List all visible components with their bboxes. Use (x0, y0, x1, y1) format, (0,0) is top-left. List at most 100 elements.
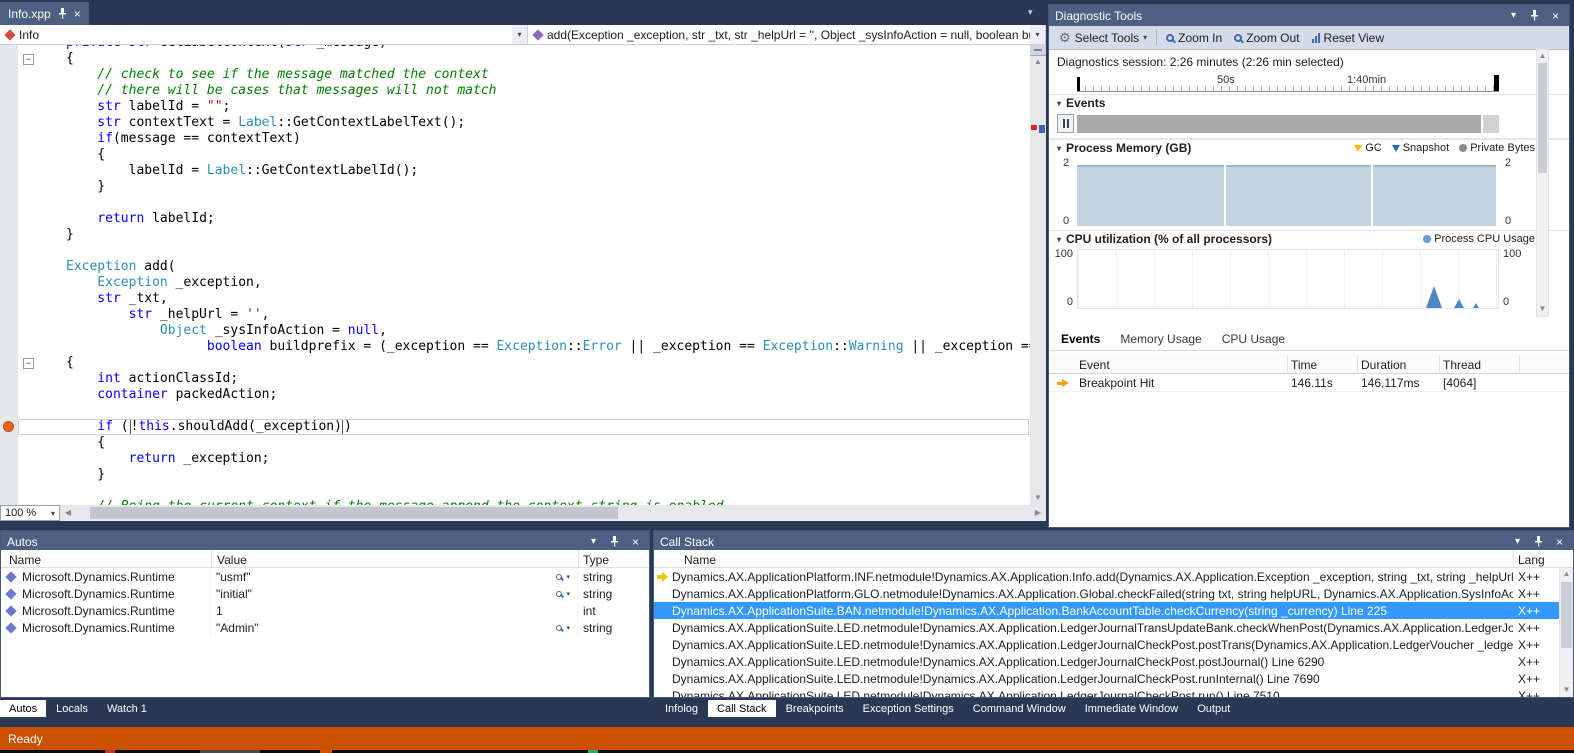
timeline-ruler[interactable]: 50s 1:40min (1077, 72, 1499, 92)
breakpoint-margin[interactable] (0, 291, 18, 307)
breakpoint-margin[interactable] (0, 163, 18, 179)
scrollbar-thumb[interactable] (1538, 63, 1547, 173)
chevron-down-icon[interactable]: ▾ (586, 536, 601, 547)
scrollbar-thumb[interactable] (1561, 582, 1572, 648)
breakpoint-margin[interactable] (0, 451, 18, 467)
pause-button[interactable] (1057, 114, 1074, 133)
breakpoint-margin[interactable] (0, 131, 18, 147)
callstack-scrollbar[interactable]: ▲ ▼ (1559, 568, 1573, 697)
callstack-frame[interactable]: Dynamics.AX.ApplicationPlatform.INF.netm… (654, 568, 1573, 585)
breakpoint-margin[interactable] (0, 83, 18, 99)
text-visualizer-button[interactable]: ▾ (556, 590, 570, 598)
collapse-icon[interactable]: ▾ (1057, 235, 1061, 244)
fold-collapse-button[interactable]: − (23, 54, 34, 65)
close-icon[interactable]: × (1552, 535, 1567, 549)
zoom-level-dropdown[interactable]: 100 % ▾ (0, 505, 60, 521)
scroll-up-icon[interactable]: ▲ (1030, 56, 1046, 68)
autos-row[interactable]: Microsoft.Dynamics.Runtime1int (1, 602, 649, 619)
breakpoint-margin[interactable] (0, 387, 18, 403)
close-icon[interactable]: × (1548, 9, 1563, 23)
breakpoint-margin[interactable] (0, 403, 18, 419)
editor-horizontal-scrollbar[interactable] (76, 505, 1030, 521)
column-header-thread[interactable]: Thread (1443, 358, 1481, 372)
tool-window-tab-infolog[interactable]: Infolog (656, 700, 707, 717)
column-header-type[interactable]: Type (583, 553, 609, 567)
chevron-down-icon[interactable]: ▾ (1030, 25, 1045, 44)
tool-window-tab-breakpoints[interactable]: Breakpoints (777, 700, 853, 717)
callstack-frame[interactable]: Dynamics.AX.ApplicationSuite.LED.netmodu… (654, 670, 1573, 687)
pin-icon[interactable] (1527, 10, 1542, 21)
column-header-name[interactable]: Name (684, 553, 716, 567)
breakpoint-margin[interactable] (0, 275, 18, 291)
editor-vertical-scrollbar[interactable]: ▲ ▼ (1030, 45, 1046, 505)
column-header-name[interactable]: Name (9, 553, 41, 567)
chevron-down-icon[interactable]: ▾ (1510, 536, 1525, 547)
text-visualizer-button[interactable]: ▾ (556, 624, 570, 632)
scroll-up-icon[interactable]: ▲ (1560, 568, 1573, 580)
tool-window-tab-autos[interactable]: Autos (0, 700, 46, 717)
diag-tab-memory-usage[interactable]: Memory Usage (1118, 330, 1203, 350)
autos-header[interactable]: Autos ▾ × (1, 531, 649, 552)
diagnostic-tools-header[interactable]: Diagnostic Tools ▾ × (1049, 5, 1569, 26)
zoom-in-button[interactable]: Zoom In (1160, 27, 1228, 49)
breakpoint-margin[interactable] (0, 227, 18, 243)
breakpoint-margin[interactable] (0, 99, 18, 115)
breakpoint-margin[interactable] (0, 483, 18, 499)
scroll-down-icon[interactable]: ▼ (1030, 492, 1046, 504)
callstack-header[interactable]: Call Stack ▾ × (654, 531, 1573, 552)
breakpoint-margin[interactable] (0, 419, 18, 435)
breakpoint-margin[interactable] (0, 195, 18, 211)
diag-tab-cpu-usage[interactable]: CPU Usage (1220, 330, 1287, 350)
scroll-right-icon[interactable]: ▶ (1030, 505, 1046, 521)
scroll-up-icon[interactable]: ▲ (1537, 50, 1548, 62)
collapse-icon[interactable]: ▾ (1057, 99, 1061, 108)
memory-section-header[interactable]: ▾ Process Memory (GB) GC Snapshot Privat… (1049, 139, 1569, 156)
events-section-header[interactable]: ▾ Events (1049, 94, 1569, 111)
reset-view-button[interactable]: Reset View (1306, 27, 1390, 49)
callstack-frame[interactable]: Dynamics.AX.ApplicationSuite.LED.netmodu… (654, 687, 1573, 697)
autos-row[interactable]: Microsoft.Dynamics.Runtime"Admin"▾string (1, 619, 649, 636)
column-header-event[interactable]: Event (1079, 358, 1110, 372)
scroll-left-icon[interactable]: ◀ (60, 505, 76, 521)
tool-window-tab-command-window[interactable]: Command Window (964, 700, 1075, 717)
callstack-frame[interactable]: Dynamics.AX.ApplicationSuite.LED.netmodu… (654, 636, 1573, 653)
document-tab-info-xpp[interactable]: Info.xpp × (0, 2, 89, 25)
breakpoint-margin[interactable] (0, 211, 18, 227)
breakpoint-margin[interactable] (0, 339, 18, 355)
close-icon[interactable]: × (628, 535, 643, 549)
type-dropdown[interactable]: Info ▾ (0, 25, 528, 44)
breakpoint-margin[interactable] (0, 67, 18, 83)
breakpoint-margin[interactable] (0, 259, 18, 275)
fold-collapse-button[interactable]: − (23, 358, 34, 369)
splitter-grip[interactable] (1030, 45, 1046, 56)
diag-tab-events[interactable]: Events (1059, 330, 1102, 350)
breakpoint-margin[interactable] (0, 323, 18, 339)
breakpoint-margin[interactable] (0, 435, 18, 451)
breakpoint-margin[interactable] (0, 51, 18, 67)
pin-icon[interactable] (1531, 536, 1546, 547)
breakpoint-margin[interactable] (0, 371, 18, 387)
breakpoint-margin[interactable] (0, 147, 18, 163)
tool-window-tab-exception-settings[interactable]: Exception Settings (854, 700, 963, 717)
scrollbar-thumb[interactable] (90, 507, 618, 519)
breakpoint-margin[interactable] (0, 243, 18, 259)
breakpoint-margin[interactable] (0, 467, 18, 483)
callstack-frame[interactable]: Dynamics.AX.ApplicationSuite.LED.netmodu… (654, 653, 1573, 670)
autos-row[interactable]: Microsoft.Dynamics.Runtime"usmf"▾string (1, 568, 649, 585)
breakpoint-margin[interactable] (0, 179, 18, 195)
chevron-down-icon[interactable]: ▾ (1506, 10, 1521, 21)
breakpoint-margin[interactable] (0, 355, 18, 371)
pin-icon[interactable] (58, 8, 67, 19)
callstack-frame[interactable]: Dynamics.AX.ApplicationSuite.LED.netmodu… (654, 619, 1573, 636)
text-visualizer-button[interactable]: ▾ (556, 573, 570, 581)
scroll-down-icon[interactable]: ▼ (1560, 684, 1573, 696)
breakpoint-margin[interactable] (0, 115, 18, 131)
scroll-down-icon[interactable]: ▼ (1537, 303, 1548, 315)
chevron-down-icon[interactable]: ▾ (512, 25, 527, 44)
column-header-time[interactable]: Time (1291, 358, 1317, 372)
callstack-frame[interactable]: Dynamics.AX.ApplicationSuite.BAN.netmodu… (654, 602, 1573, 619)
tool-window-tab-locals[interactable]: Locals (47, 700, 97, 717)
diagnostics-scrollbar[interactable]: ▲ ▼ (1536, 49, 1549, 317)
zoom-out-button[interactable]: Zoom Out (1228, 27, 1305, 49)
code-editor[interactable]: private str GetLabelContext(str _message… (0, 45, 1030, 505)
